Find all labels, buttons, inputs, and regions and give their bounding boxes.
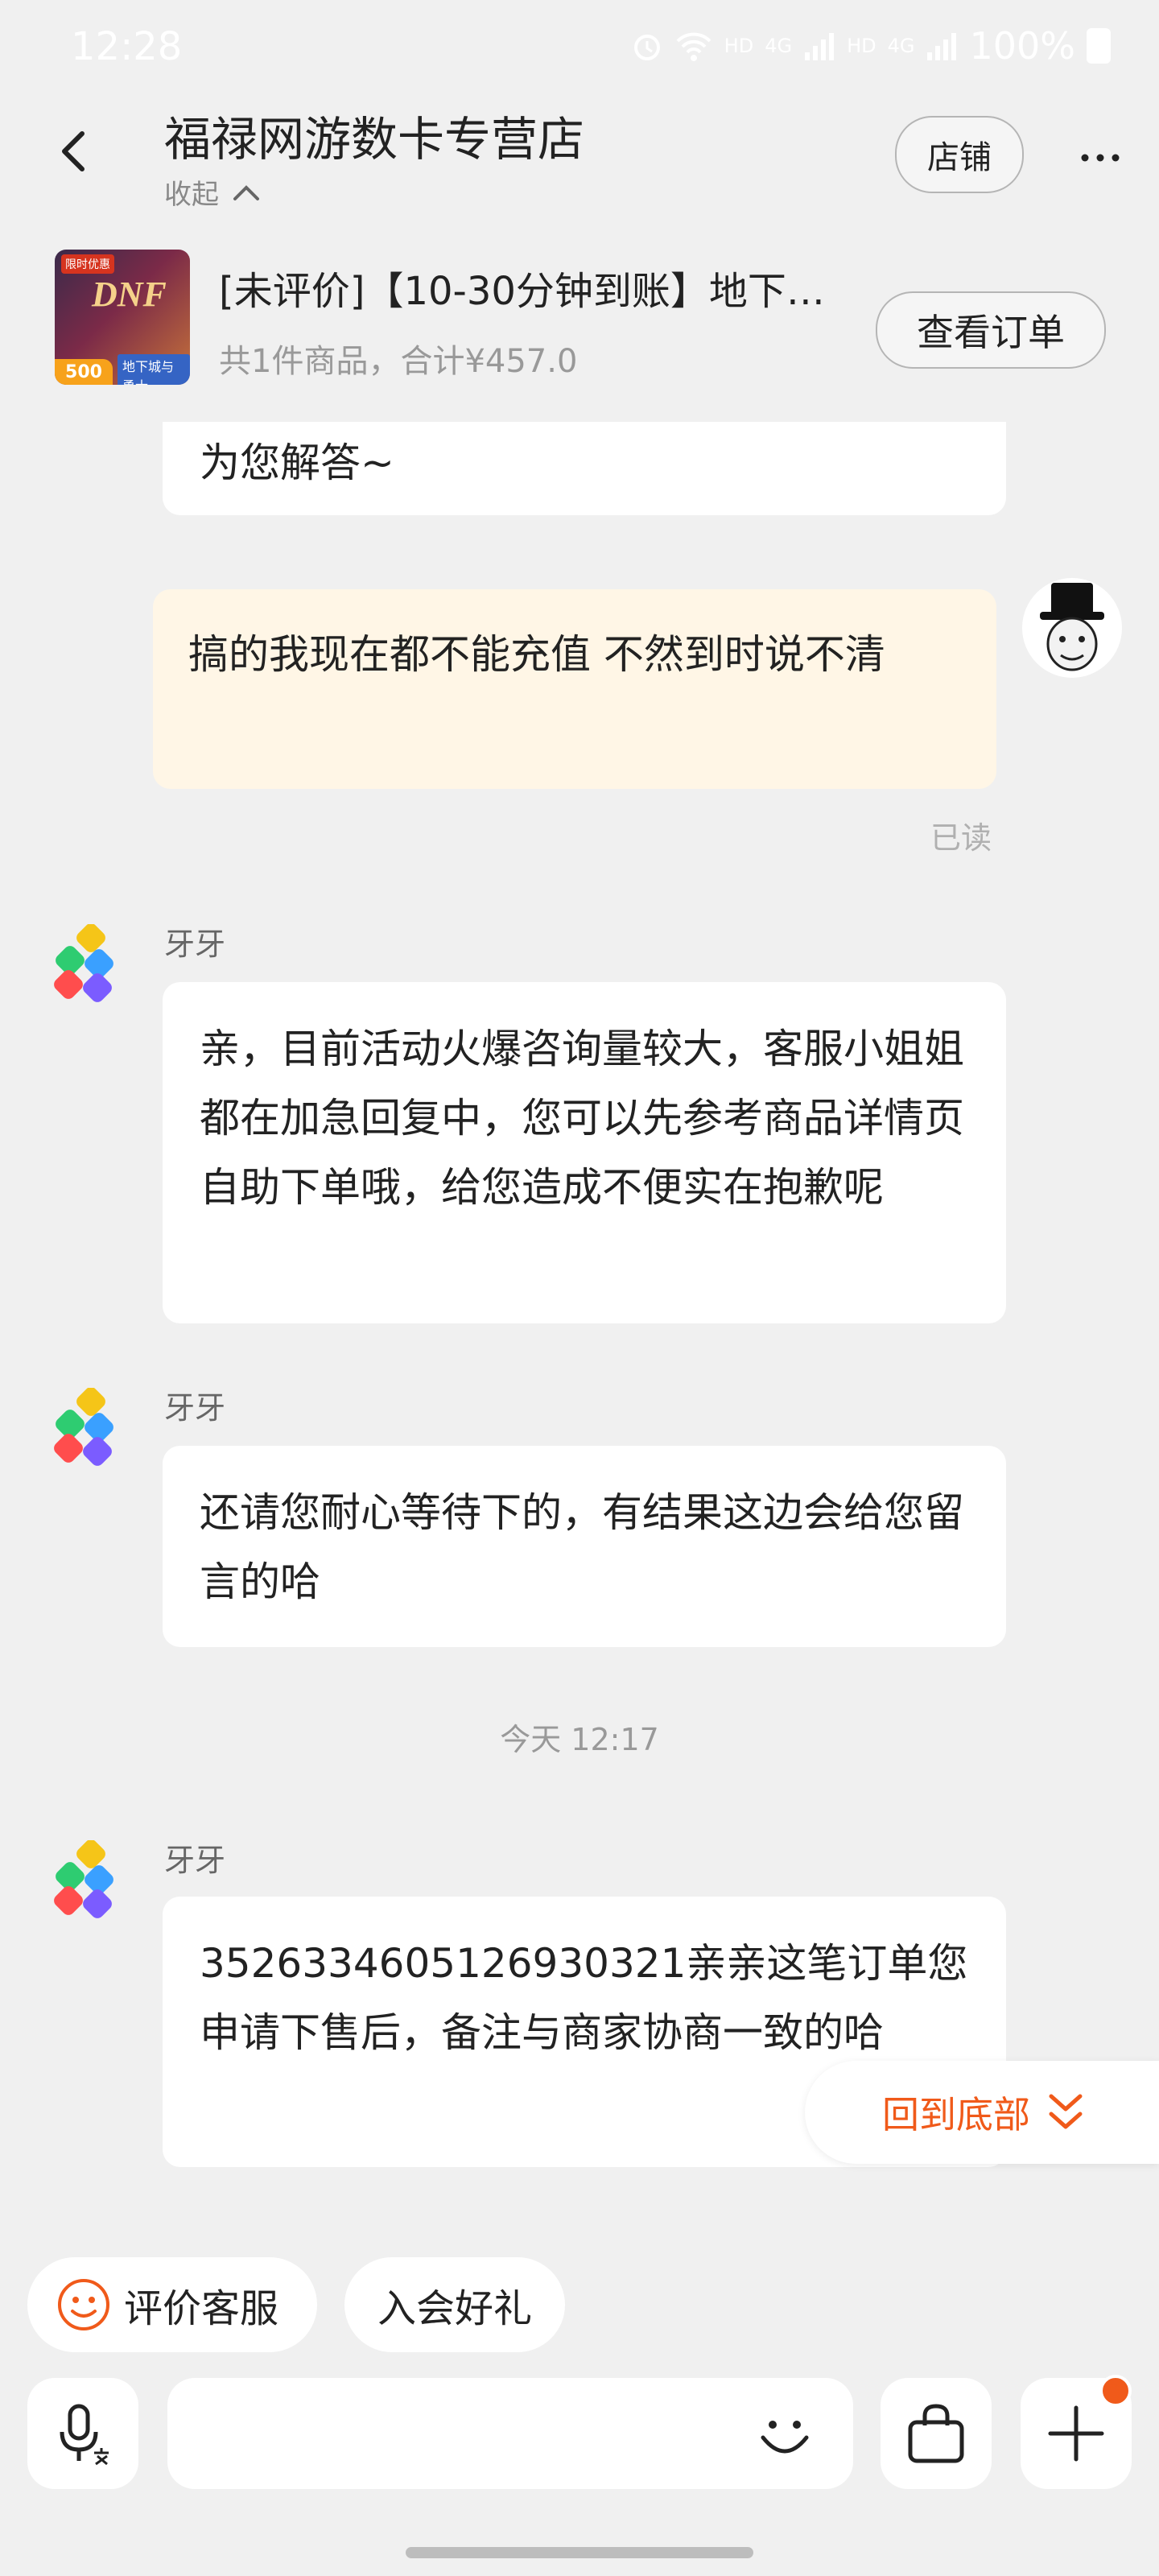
more-dots-glyph <box>1081 154 1120 162</box>
shop-title: 福禄网游数卡专营店 <box>164 112 585 167</box>
order-summary: 共1件商品，合计¥457.0 <box>219 343 578 380</box>
signal-icon-1 <box>805 33 835 60</box>
view-order-button[interactable]: 查看订单 <box>876 291 1106 369</box>
rate-service-label: 评价客服 <box>124 2286 279 2331</box>
member-gift-label: 入会好礼 <box>377 2286 532 2331</box>
battery-percent: 100% <box>969 24 1075 68</box>
signal-icon-2 <box>927 33 957 60</box>
smile-icon <box>58 2279 109 2330</box>
agent-message-bubble: 亲，目前活动火爆咨询量较大，客服小姐姐都在加急回复中，您可以先参考商品详情页自助… <box>163 982 1006 1323</box>
order-title[interactable]: [未评价]【10-30分钟到账】地下… <box>219 259 847 316</box>
voice-input-icon <box>60 2404 109 2466</box>
thumb-game-name: 地下城与勇士 <box>118 354 190 385</box>
status-bar: 12:28 HD 4G HD 4G 100% <box>0 0 1159 97</box>
sender-name: 牙牙 <box>164 1390 226 1426</box>
status-time: 12:28 <box>71 24 183 69</box>
collapse-label: 收起 <box>164 179 219 211</box>
more-icon[interactable] <box>1080 129 1120 175</box>
chevron-up-icon <box>233 184 259 200</box>
message-text: 还请您耐心等待下的，有结果这边会给您留言的哈 <box>200 1489 964 1605</box>
thumb-amount-badge: 500 <box>55 359 113 385</box>
status-icons: HD 4G HD 4G 100% <box>631 24 1111 68</box>
back-to-bottom-label: 回到底部 <box>882 2093 1030 2136</box>
shopping-bag-button[interactable] <box>881 2378 992 2489</box>
battery-icon <box>1087 28 1111 64</box>
notification-dot <box>1099 2375 1132 2407</box>
message-input[interactable] <box>167 2378 853 2489</box>
my-message-bubble: 搞的我现在都不能充值 不然到时说不清 <box>153 589 996 789</box>
my-avatar[interactable] <box>1022 578 1122 678</box>
agent-avatar-icon[interactable] <box>47 924 127 1005</box>
order-product-thumbnail[interactable]: 限时优惠 DNF 地下城与勇士 500 <box>55 250 190 385</box>
rate-service-chip[interactable]: 评价客服 <box>27 2257 317 2352</box>
back-to-bottom-button[interactable]: 回到底部 <box>805 2061 1159 2164</box>
top-hat-face-icon <box>1040 583 1104 671</box>
agent-message-bubble: 还请您耐心等待下的，有结果这边会给您留言的哈 <box>163 1446 1006 1647</box>
sender-name: 牙牙 <box>164 927 226 962</box>
home-indicator[interactable] <box>406 2547 753 2558</box>
chat-message-list[interactable]: 为您解答~ 搞的我现在都不能充值 不然到时说不清 已读 牙牙 亲，目前活动火爆咨… <box>0 422 1159 2217</box>
message-text: 为您解答~ <box>200 440 394 486</box>
time-separator: 今天 12:17 <box>500 1722 659 1757</box>
hd-label-2: HD <box>847 35 876 57</box>
agent-avatar-icon[interactable] <box>47 1388 127 1468</box>
thumb-amount: 500 <box>65 361 102 382</box>
message-text: 亲，目前活动火爆咨询量较大，客服小姐姐都在加急回复中，您可以先参考商品详情页自助… <box>200 1026 964 1211</box>
thumb-game-name-text: 地下城与勇士 <box>122 359 175 385</box>
store-button[interactable]: 店铺 <box>895 116 1024 193</box>
double-chevron-down-icon <box>1049 2094 1083 2129</box>
network-label-1: 4G <box>765 35 793 57</box>
hd-label-1: HD <box>724 35 754 57</box>
thumb-top-badge: 限时优惠 <box>61 254 114 274</box>
network-label-2: 4G <box>887 35 915 57</box>
read-status: 已读 <box>930 820 992 856</box>
wifi-icon <box>676 32 711 61</box>
thumb-logo: DNF <box>92 275 167 314</box>
agent-avatar-icon[interactable] <box>47 1840 127 1921</box>
sender-name: 牙牙 <box>164 1843 226 1878</box>
plus-icon <box>1048 2405 1104 2462</box>
member-gift-chip[interactable]: 入会好礼 <box>344 2257 565 2352</box>
shopping-bag-icon <box>908 2404 964 2463</box>
back-arrow-icon[interactable] <box>50 127 98 175</box>
message-text: 搞的我现在都不能充值 不然到时说不清 <box>188 631 885 678</box>
collapse-toggle[interactable]: 收起 <box>164 172 261 212</box>
voice-input-button[interactable] <box>27 2378 138 2489</box>
message-text: 3526334605126930321亲亲这笔订单您申请下售后，备注与商家协商一… <box>200 1940 968 2056</box>
agent-message-bubble: 为您解答~ <box>163 422 1006 515</box>
emoji-icon[interactable] <box>755 2405 815 2465</box>
alarm-icon <box>633 35 660 60</box>
